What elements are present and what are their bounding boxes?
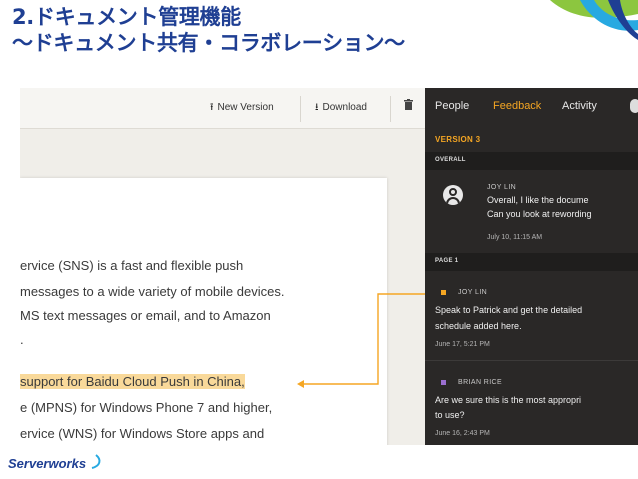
tab-people[interactable]: People — [435, 100, 469, 112]
document-text-line: messages to a wide variety of mobile dev… — [20, 284, 285, 299]
comment-text: Overall, I like the docume — [487, 195, 589, 205]
tab-feedback[interactable]: Feedback — [493, 100, 541, 112]
upload-icon: ⭱ — [210, 102, 214, 113]
serverworks-logo: Serverworks — [8, 454, 104, 471]
decorative-swoosh-icon — [550, 0, 638, 40]
section-label: OVERALL — [435, 157, 466, 163]
document-toolbar: ⭱ New Version ⭳ Download — [20, 88, 425, 129]
comment-date: June 17, 5:21 PM — [435, 341, 490, 348]
more-options-icon[interactable] — [630, 99, 638, 113]
version-label: VERSION 3 — [435, 135, 481, 144]
comment-divider — [425, 360, 638, 361]
section-header-overall: OVERALL — [425, 152, 638, 170]
tab-activity[interactable]: Activity — [562, 100, 597, 112]
comment-author: BRIAN RICE — [458, 379, 503, 386]
slide-title: 2.ドキュメント管理機能 ～ドキュメント共有・コラボレーション～ — [12, 4, 405, 56]
slide-title-line2: ～ドキュメント共有・コラボレーション～ — [12, 31, 405, 55]
comment-author: JOY LIN — [487, 184, 517, 191]
comment-date: July 10, 11:15 AM — [487, 234, 543, 241]
logo-text: Server — [8, 456, 49, 471]
delete-trash-icon[interactable] — [404, 99, 413, 113]
document-text-line: . — [20, 332, 24, 347]
slide-title-line1: 2.ドキュメント管理機能 — [12, 5, 241, 29]
toolbar-divider — [390, 96, 391, 122]
feedback-panel: People Feedback Activity VERSION 3 OVERA… — [425, 88, 638, 445]
comment-text: schedule added here. — [435, 321, 522, 331]
app-screenshot: ⭱ New Version ⭳ Download ervice (SNS) is a… — [20, 88, 638, 445]
new-version-label: New Version — [217, 102, 274, 113]
highlighted-text: support for Baidu Cloud Push in China, — [20, 374, 245, 389]
section-header-page1: PAGE 1 — [425, 253, 638, 271]
comment-marker-icon — [441, 380, 446, 385]
document-page: ervice (SNS) is a fast and flexible push… — [20, 178, 387, 445]
document-text-line: ervice (WNS) for Windows Store apps and — [20, 426, 265, 441]
comment-author: JOY LIN — [458, 289, 488, 296]
comment-text: Can you look at rewording — [487, 209, 592, 219]
new-version-button[interactable]: ⭱ New Version — [210, 100, 274, 117]
download-button[interactable]: ⭳ Download — [315, 100, 367, 117]
toolbar-divider — [300, 96, 301, 122]
download-icon: ⭳ — [315, 102, 319, 113]
highlighted-text-line[interactable]: support for Baidu Cloud Push in China, — [20, 374, 245, 389]
logo-text: works — [48, 456, 87, 471]
document-text-line: MS text messages or email, and to Amazon — [20, 308, 271, 323]
document-text-line: ervice (SNS) is a fast and flexible push — [20, 258, 244, 273]
download-label: Download — [322, 102, 367, 113]
section-label: PAGE 1 — [435, 258, 459, 264]
document-text-line: e (MPNS) for Windows Phone 7 and higher, — [20, 400, 273, 415]
logo-arc-icon — [91, 454, 101, 469]
avatar-icon — [443, 185, 463, 205]
comment-text: Speak to Patrick and get the detailed — [435, 305, 583, 315]
comment-date: June 16, 2:43 PM — [435, 430, 490, 437]
comment-text: to use? — [435, 410, 465, 420]
comment-marker-icon — [441, 290, 446, 295]
comment-text: Are we sure this is the most appropri — [435, 395, 582, 405]
